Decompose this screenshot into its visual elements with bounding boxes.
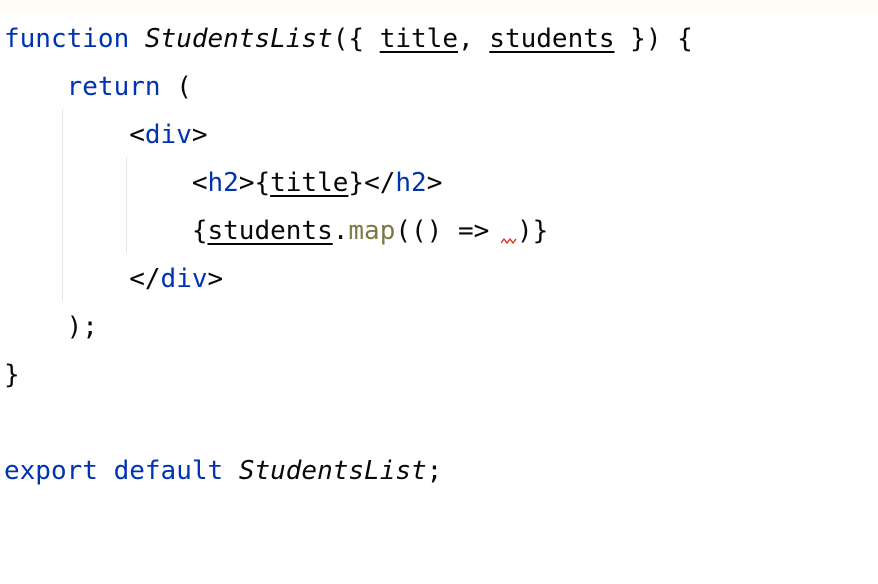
- expr-title: title: [270, 168, 349, 198]
- code-line-6[interactable]: </div>: [4, 255, 223, 303]
- punct-close-paren: );: [66, 312, 98, 342]
- code-line-7[interactable]: );: [4, 303, 98, 351]
- keyword-function: function: [4, 24, 130, 54]
- tag-div: div: [144, 120, 192, 150]
- punct-close-brace: }: [4, 360, 20, 390]
- code-line-8[interactable]: }: [4, 351, 20, 399]
- tag-bracket: >: [238, 168, 255, 198]
- code-line-10[interactable]: export default StudentsList;: [4, 447, 442, 495]
- tag-bracket: >: [426, 168, 443, 198]
- punct-comma: ,: [457, 24, 490, 54]
- punct-dot: .: [332, 216, 349, 246]
- jsx-brace-close: }: [348, 168, 365, 198]
- code-line-1[interactable]: function StudentsList({ title, students …: [4, 15, 693, 63]
- code-line-2[interactable]: return (: [4, 63, 192, 111]
- tag-bracket: </: [129, 264, 161, 294]
- punct-close: )}: [516, 216, 549, 246]
- function-name: StudentsList: [144, 24, 333, 54]
- tag-div-close: div: [160, 264, 208, 294]
- tag-bracket: <: [129, 120, 145, 150]
- tag-bracket: <: [191, 168, 208, 198]
- error-squiggle-icon[interactable]: [500, 237, 517, 245]
- tag-bracket: >: [207, 264, 224, 294]
- code-line-3[interactable]: <div>: [4, 111, 208, 159]
- method-map: map: [348, 216, 396, 246]
- code-line-5[interactable]: {students.map(() => )}: [4, 207, 548, 255]
- arrow-args: (() =>: [395, 216, 505, 246]
- jsx-brace-open: {: [191, 216, 208, 246]
- punct-paren: (: [160, 72, 192, 102]
- keyword-export: export: [4, 456, 98, 486]
- tag-bracket: >: [191, 120, 208, 150]
- expr-students: students: [207, 216, 333, 246]
- punct-semicolon: ;: [426, 456, 443, 486]
- punct-open: ({: [332, 24, 380, 54]
- param-students: students: [489, 24, 615, 54]
- export-name: StudentsList: [238, 456, 427, 486]
- code-line-4[interactable]: <h2>{title}</h2>: [4, 159, 443, 207]
- param-title: title: [379, 24, 458, 54]
- code-editor[interactable]: function StudentsList({ title, students …: [0, 13, 878, 584]
- tag-h2-close: h2: [395, 168, 427, 198]
- tag-h2-open: h2: [207, 168, 239, 198]
- jsx-brace-open: {: [254, 168, 271, 198]
- punct-close: }) {: [614, 24, 693, 54]
- editor-top-band: [0, 0, 878, 13]
- keyword-default: default: [113, 456, 224, 486]
- keyword-return: return: [66, 72, 161, 102]
- tag-bracket: </: [364, 168, 396, 198]
